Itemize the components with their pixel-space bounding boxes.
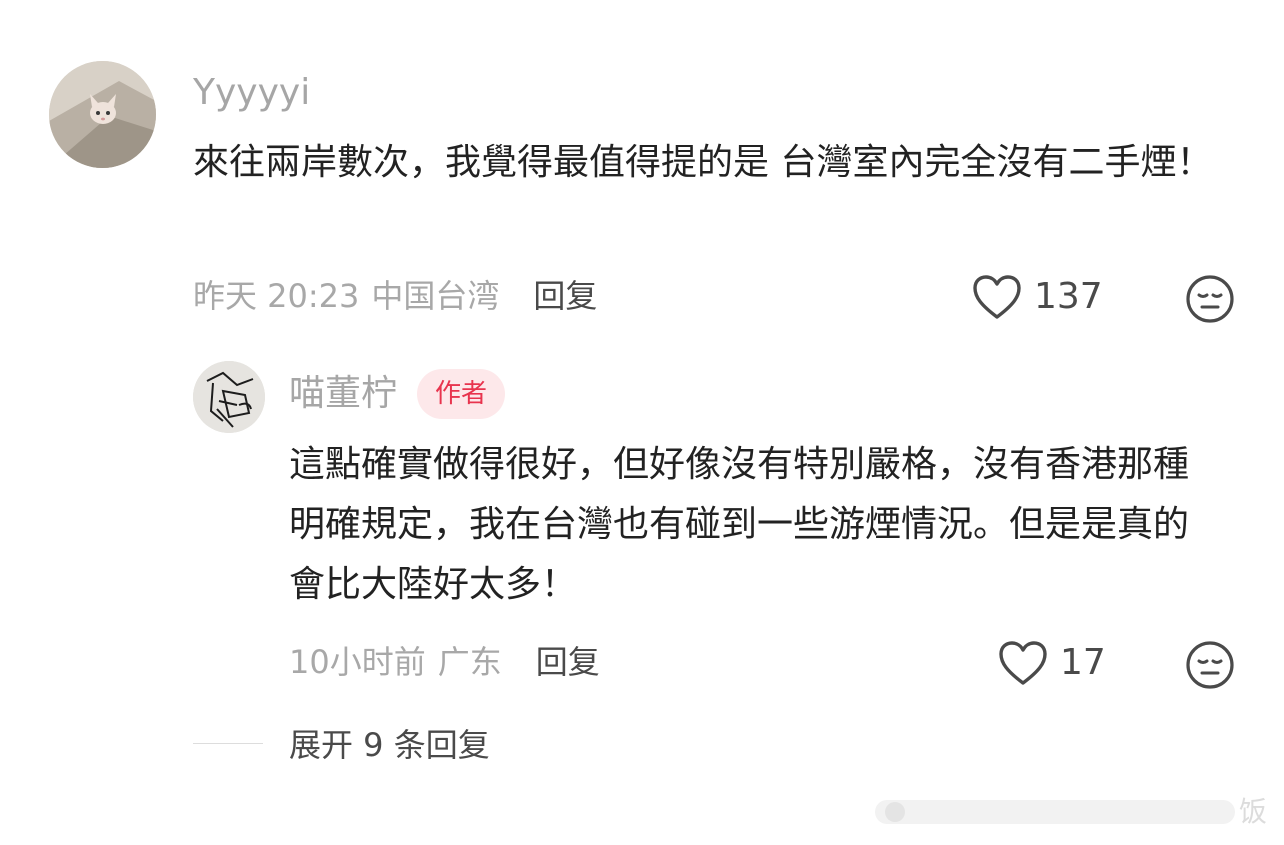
comment-time: 昨天 20:23: [193, 277, 360, 315]
reply-reply-button[interactable]: 回复: [536, 642, 600, 682]
reply-meta: 10小时前 广东 回复: [289, 642, 600, 682]
reply-header: 喵董柠 作者: [289, 369, 506, 419]
reply-avatar[interactable]: [193, 361, 265, 433]
reply-time: 10小时前: [289, 643, 426, 681]
comment-location: 中国台湾: [371, 277, 500, 315]
reply-button[interactable]: 回复: [533, 276, 597, 316]
reply-username[interactable]: 喵董柠: [289, 372, 397, 416]
comment-meta: 昨天 20:23 中国台湾 回复: [193, 276, 597, 316]
cat-photo-icon: [49, 61, 156, 168]
comment-username[interactable]: Yyyyyi: [193, 71, 310, 115]
reply-text: 這點確實做得很好，但好像沒有特別嚴格，沒有香港那種明確規定，我在台灣也有碰到一些…: [289, 444, 1190, 605]
user-avatar[interactable]: [49, 61, 156, 168]
watermark-logo-icon: [875, 800, 1235, 824]
reply-location: 广东: [437, 643, 502, 681]
sketch-avatar-icon: [193, 361, 265, 433]
like-count: 137: [1034, 276, 1103, 317]
reply-like-count: 17: [1060, 642, 1106, 683]
reply-like-button[interactable]: 17: [998, 640, 1106, 686]
watermark-text: 饭: [1239, 795, 1268, 828]
reply-dislike-button[interactable]: [1185, 640, 1235, 690]
watermark: 饭: [875, 794, 1267, 830]
heart-outline-icon: [973, 275, 1021, 319]
like-button[interactable]: 137: [972, 274, 1103, 320]
expand-divider: [193, 743, 263, 744]
dislike-button[interactable]: [1185, 274, 1235, 324]
heart-outline-icon: [999, 641, 1047, 685]
expand-replies-button[interactable]: 展开 9 条回复: [289, 725, 490, 765]
meh-face-icon: [1186, 641, 1234, 689]
author-badge: 作者: [417, 369, 506, 419]
meh-face-icon: [1186, 275, 1234, 323]
comment-text: 來往兩岸數次，我覺得最值得提的是 台灣室內完全沒有二手煙！: [193, 142, 1213, 183]
